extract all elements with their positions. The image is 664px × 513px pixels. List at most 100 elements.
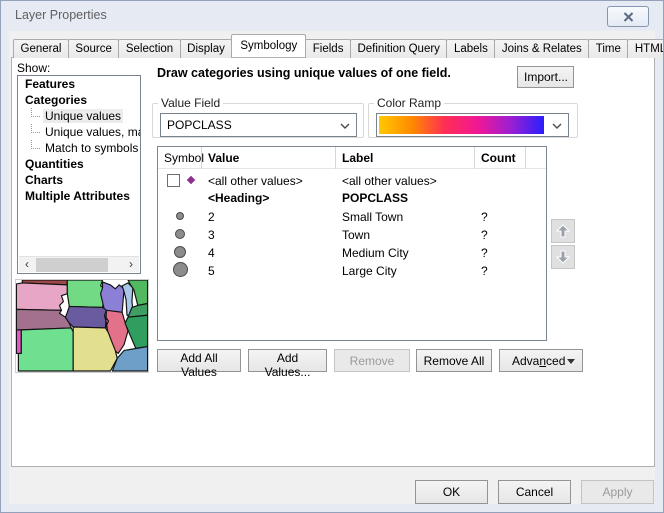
circle-symbol[interactable]	[174, 246, 186, 258]
state-polygon	[18, 328, 73, 371]
scroll-right-icon[interactable]: ›	[123, 257, 139, 273]
scrollbar-thumb[interactable]	[36, 258, 108, 272]
tab-fields[interactable]: Fields	[305, 39, 351, 58]
value-field-combo[interactable]: POPCLASS	[160, 113, 357, 137]
dropdown-arrow-icon	[567, 359, 575, 364]
row-label: Small Town	[342, 210, 403, 224]
move-down-button[interactable]	[551, 245, 575, 269]
table-row[interactable]: 5 Large City ?	[158, 262, 546, 280]
state-polygon	[101, 282, 124, 312]
tree-item-features[interactable]: Features	[18, 76, 140, 92]
tree-item-multiple-attributes[interactable]: Multiple Attributes	[18, 188, 140, 204]
tree-item-quantities[interactable]: Quantities	[18, 156, 140, 172]
tab-symbology[interactable]: Symbology	[231, 34, 306, 57]
row-value: 5	[208, 264, 215, 278]
move-up-button[interactable]	[551, 219, 575, 243]
color-ramp-group: Color Ramp	[368, 96, 578, 138]
scroll-left-icon[interactable]: ‹	[19, 257, 35, 273]
table-row[interactable]: 2 Small Town ?	[158, 208, 546, 226]
advanced-button[interactable]: Advanced	[499, 349, 583, 372]
apply-button: Apply	[581, 480, 654, 504]
diamond-symbol[interactable]	[186, 176, 194, 184]
value-field-group: Value Field POPCLASS	[152, 96, 364, 138]
tree-item-unique-values[interactable]: Unique values	[18, 108, 140, 124]
state-polygon	[16, 309, 71, 330]
tab-definition-query[interactable]: Definition Query	[350, 39, 447, 58]
map-preview	[15, 279, 149, 373]
header-label[interactable]: Label	[336, 147, 475, 169]
state-polygon	[16, 283, 67, 310]
tab-source[interactable]: Source	[68, 39, 119, 58]
tree-item-categories[interactable]: Categories	[18, 92, 140, 108]
symbology-tab-page: Show: Features Categories Unique values …	[11, 57, 655, 467]
row-label: POPCLASS	[342, 191, 408, 205]
row-value: 4	[208, 246, 215, 260]
row-count: ?	[481, 210, 488, 224]
tree-item-unique-values-many[interactable]: Unique values, many	[18, 124, 140, 140]
tab-labels[interactable]: Labels	[446, 39, 495, 58]
header-symbol[interactable]: Symbol	[158, 147, 202, 169]
circle-symbol[interactable]	[173, 262, 188, 277]
row-label: <all other values>	[342, 174, 437, 188]
state-polygon	[125, 315, 148, 348]
value-field-label: Value Field	[158, 96, 223, 110]
circle-symbol[interactable]	[175, 229, 185, 239]
row-count: ?	[481, 246, 488, 260]
dialog-body: GeneralSourceSelectionDisplaySymbologyFi…	[9, 31, 655, 504]
table-row[interactable]: <Heading> POPCLASS	[158, 189, 546, 207]
remove-all-button[interactable]: Remove All	[416, 349, 492, 372]
circle-symbol[interactable]	[176, 212, 184, 220]
table-row[interactable]: <all other values> <all other values>	[158, 172, 546, 190]
tree-item-charts[interactable]: Charts	[18, 172, 140, 188]
value-field-value: POPCLASS	[167, 118, 232, 132]
chevron-down-icon	[340, 123, 350, 129]
arrow-down-icon	[555, 249, 571, 265]
remove-button: Remove	[334, 349, 410, 372]
all-other-values-checkbox[interactable]	[167, 174, 180, 187]
tree-horizontal-scrollbar[interactable]: ‹ ›	[19, 256, 139, 272]
color-ramp-combo[interactable]	[376, 113, 569, 137]
row-count: ?	[481, 228, 488, 242]
titlebar[interactable]: Layer Properties	[1, 1, 663, 31]
tree-item-match-to-symbols[interactable]: Match to symbols in a	[18, 140, 140, 156]
state-polygon	[16, 330, 21, 353]
tab-display[interactable]: Display	[180, 39, 233, 58]
tab-time[interactable]: Time	[588, 39, 628, 58]
state-polygon	[65, 306, 108, 328]
add-all-values-button[interactable]: Add All Values	[157, 349, 241, 372]
table-row[interactable]: 4 Medium City ?	[158, 244, 546, 262]
table-row[interactable]: 3 Town ?	[158, 226, 546, 244]
layer-properties-dialog: Layer Properties GeneralSourceSelectionD…	[0, 0, 664, 513]
tree-branch-icon	[31, 108, 40, 117]
tab-html-popup[interactable]: HTML Popup	[627, 39, 664, 58]
unique-values-table: Symbol Value Label Count <all other valu…	[157, 146, 547, 341]
arrow-up-icon	[555, 223, 571, 239]
tab-strip: GeneralSourceSelectionDisplaySymbologyFi…	[13, 34, 653, 58]
method-description: Draw categories using unique values of o…	[157, 66, 451, 80]
row-count: ?	[481, 264, 488, 278]
row-label: Town	[342, 228, 370, 242]
color-ramp-preview	[379, 116, 544, 134]
close-icon	[623, 12, 634, 22]
row-value: <all other values>	[208, 174, 303, 188]
cancel-button[interactable]: Cancel	[498, 480, 571, 504]
row-label: Large City	[342, 264, 397, 278]
table-header: Symbol Value Label Count	[158, 147, 546, 169]
color-ramp-label: Color Ramp	[374, 96, 444, 110]
close-button[interactable]	[607, 6, 649, 27]
tree-branch-icon	[31, 124, 40, 133]
tab-general[interactable]: General	[13, 39, 69, 58]
import-button[interactable]: Import...	[517, 66, 574, 88]
ok-button[interactable]: OK	[415, 480, 488, 504]
tab-selection[interactable]: Selection	[118, 39, 180, 58]
row-label: Medium City	[342, 246, 409, 260]
chevron-down-icon	[552, 123, 562, 129]
header-count[interactable]: Count	[475, 147, 526, 169]
header-value[interactable]: Value	[202, 147, 336, 169]
tab-joins-relates[interactable]: Joins & Relates	[494, 39, 589, 58]
add-values-button[interactable]: Add Values...	[248, 349, 327, 372]
show-label: Show:	[17, 61, 50, 75]
row-value: 3	[208, 228, 215, 242]
window-title: Layer Properties	[15, 8, 107, 22]
show-tree: Features Categories Unique values Unique…	[17, 75, 141, 274]
